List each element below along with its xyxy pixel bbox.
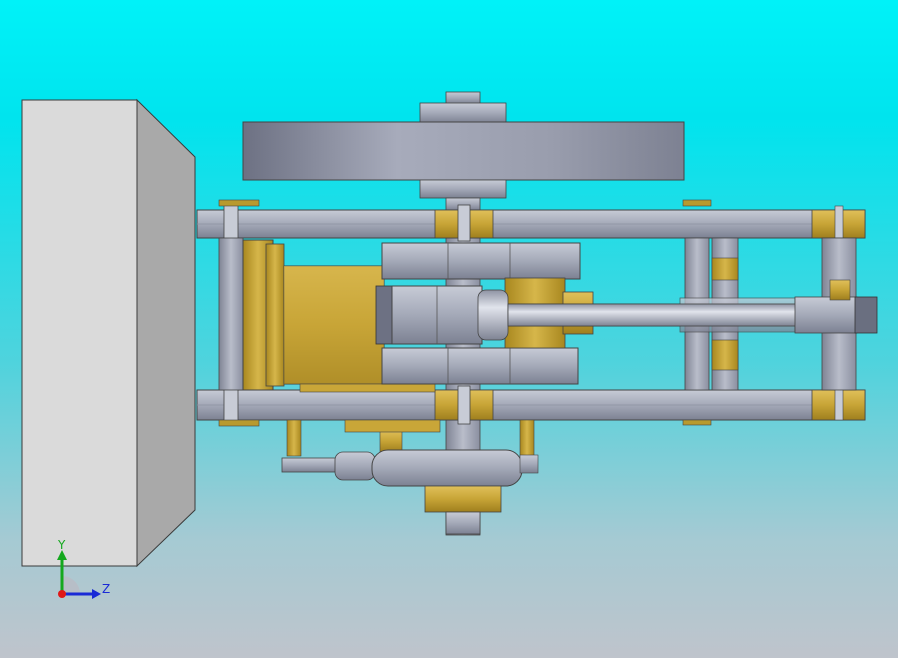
y-axis-label: Y xyxy=(58,538,66,552)
base-block[interactable] xyxy=(21,98,196,568)
cad-viewport[interactable]: Y Z xyxy=(0,0,898,658)
z-axis-label: Z xyxy=(102,582,111,596)
engine-model xyxy=(21,91,878,568)
z-axis-arrow xyxy=(92,589,101,599)
origin-dot xyxy=(58,590,66,598)
eccentric[interactable] xyxy=(281,419,539,535)
flywheel[interactable] xyxy=(242,91,685,211)
crosshead[interactable] xyxy=(375,285,509,345)
view-triad: Y Z xyxy=(40,536,120,606)
